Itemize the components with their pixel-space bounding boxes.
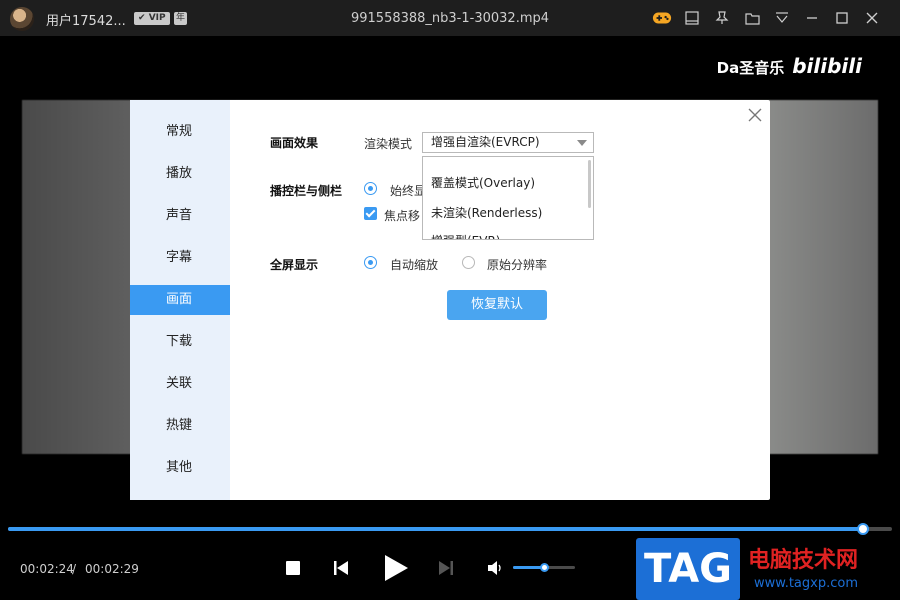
title-bar: 用户17542... ✔ VIP 年 991558388_nb3-1-30032… [0,0,900,36]
next-button[interactable] [436,558,456,578]
total-time: 00:02:29 [85,562,139,576]
volume-handle[interactable] [540,563,549,572]
folder-icon[interactable] [742,8,762,28]
nav-item-picture[interactable]: 画面 [130,285,230,315]
site-url: www.tagxp.com [754,576,858,591]
site-watermark: TAG 电脑技术网 www.tagxp.com [636,538,900,600]
site-name: 电脑技术网 [748,548,859,573]
play-button[interactable] [380,552,412,584]
reset-default-button[interactable]: 恢复默认 [447,290,547,320]
previous-icon [334,561,348,575]
dropdown-scrollbar[interactable] [588,160,591,208]
gamepad-icon[interactable] [652,8,672,28]
settings-dialog: 常规 播放 声音 字幕 画面 下载 关联 热键 其他 画面效果 渲染模式 播控栏… [130,100,770,500]
auto-zoom-radio[interactable] [364,256,377,269]
play-icon [385,555,408,581]
progress-fill [8,527,863,531]
controlbar-label: 播控栏与侧栏 [270,184,343,198]
next-icon [439,561,453,575]
close-window-icon[interactable] [862,8,882,28]
maximize-icon[interactable] [832,8,852,28]
nav-item-hotkeys[interactable]: 热键 [130,411,230,441]
window-controls [652,8,882,28]
nav-item-sound[interactable]: 声音 [130,201,230,231]
nav-item-general[interactable]: 常规 [130,117,230,147]
render-mode-dropdown: 覆盖模式(Overlay) 未渲染(Renderless) 增强型(EVR) [422,156,594,240]
current-time: 00:02:24 [20,562,74,576]
settings-nav: 常规 播放 声音 字幕 画面 下载 关联 热键 其他 [130,100,230,500]
nav-item-download[interactable]: 下载 [130,327,230,357]
nav-item-subtitles[interactable]: 字幕 [130,243,230,273]
nav-item-other[interactable]: 其他 [130,453,230,483]
focus-checkbox[interactable] [364,207,377,220]
fullscreen-label: 全屏显示 [270,258,319,272]
speaker-icon [488,561,501,575]
focus-option-text: 焦点移 [384,209,421,223]
video-watermark: Da圣音乐 bilibili [717,54,862,78]
controlbar-option-always: 始终显 [390,184,427,198]
dropdown-option-evr[interactable]: 增强型(EVR) [431,232,501,239]
progress-bar[interactable] [8,523,892,535]
watermark-text: Da圣音乐 [716,59,785,77]
time-separator: / [72,562,77,576]
minimize-icon[interactable] [802,8,822,28]
settings-content: 画面效果 渲染模式 播控栏与侧栏 始终显 焦点移 全屏显示 自动缩放 原始分辨率… [230,100,770,500]
volume-button[interactable] [486,559,504,577]
panel-icon[interactable] [682,8,702,28]
bilibili-logo: bilibili [792,54,862,78]
progress-handle[interactable] [856,523,869,535]
original-resolution-radio[interactable] [462,256,475,269]
tag-logo: TAG [636,538,740,600]
render-mode-select[interactable]: 增强自渲染(EVRCP) [422,132,594,153]
stop-icon [286,561,300,575]
dropdown-menu-icon[interactable] [772,8,792,28]
volume-slider[interactable] [513,563,575,572]
stop-button[interactable] [284,559,302,577]
nav-item-association[interactable]: 关联 [130,369,230,399]
auto-zoom-text: 自动缩放 [390,258,439,272]
pin-icon[interactable] [712,8,732,28]
picture-effect-label: 画面效果 [270,136,319,150]
dropdown-option-renderless[interactable]: 未渲染(Renderless) [431,204,542,221]
controlbar-radio-always[interactable] [364,182,377,195]
render-mode-label: 渲染模式 [364,137,413,151]
chevron-down-icon [577,140,587,146]
nav-item-playback[interactable]: 播放 [130,159,230,189]
previous-button[interactable] [330,558,352,578]
render-mode-value: 增强自渲染(EVRCP) [431,135,540,149]
original-resolution-text: 原始分辨率 [487,258,548,272]
dropdown-option-overlay[interactable]: 覆盖模式(Overlay) [431,174,535,191]
